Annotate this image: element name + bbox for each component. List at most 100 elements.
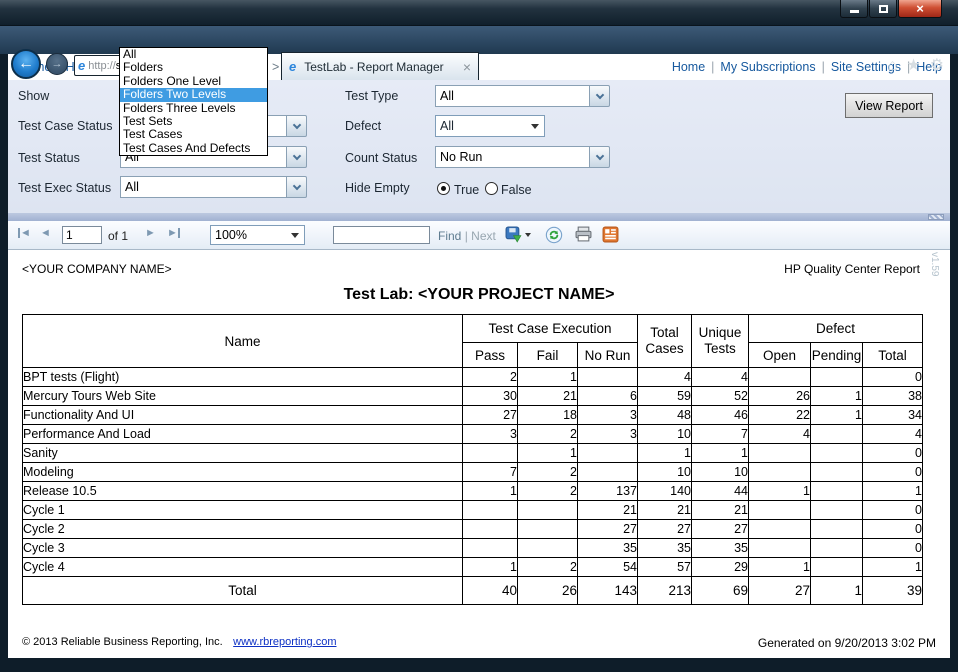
find-text-input[interactable] <box>333 226 430 244</box>
browser-tab[interactable]: e TestLab - Report Manager × <box>281 52 479 80</box>
back-button[interactable]: ← <box>11 49 41 79</box>
tools-gear-icon[interactable]: ⚙ <box>930 53 944 79</box>
dropdown-option[interactable]: Folders One Level <box>120 75 267 88</box>
show-dropdown-list: All Folders Folders One Level Folders Tw… <box>119 47 268 156</box>
maximize-button[interactable] <box>869 0 897 18</box>
forward-button[interactable]: → <box>46 53 68 75</box>
close-button[interactable]: × <box>898 0 942 18</box>
tab-title: TestLab - Report Manager <box>304 60 463 74</box>
minimize-icon <box>850 10 859 13</box>
chevron-down-icon[interactable] <box>589 85 610 107</box>
col-header-unique-tests: Unique Tests <box>692 315 749 368</box>
col-header-pass: Pass <box>463 343 518 368</box>
chevron-down-icon[interactable] <box>286 146 307 168</box>
table-row: Cycle 12121210 <box>23 501 923 520</box>
last-page-button[interactable]: ► <box>167 227 180 239</box>
report-product-label: HP Quality Center Report <box>784 262 920 276</box>
page-number-input[interactable] <box>62 226 102 244</box>
test-exec-status-select[interactable]: All <box>120 176 307 198</box>
testlab-table: Name Test Case Execution Total Cases Uni… <box>22 314 923 605</box>
count-status-select[interactable]: No Run <box>435 146 610 168</box>
table-row: BPT tests (Flight)21440 <box>23 368 923 387</box>
table-row: Functionality And UI27183484622134 <box>23 406 923 425</box>
rbreporting-link[interactable]: www.rbreporting.com <box>233 636 336 648</box>
show-label: Show <box>18 89 49 103</box>
defect-select[interactable]: All <box>435 115 545 137</box>
company-name: <YOUR COMPANY NAME> <box>22 262 172 276</box>
dropdown-option[interactable]: Test Cases And Defects <box>120 142 267 155</box>
maximize-icon <box>879 5 888 13</box>
col-header-no-run: No Run <box>578 343 638 368</box>
dropdown-option[interactable]: Folders <box>120 61 267 74</box>
dropdown-option[interactable]: Test Sets <box>120 115 267 128</box>
col-header-total: Total <box>863 343 923 368</box>
find-next-links: Find | Next <box>438 229 496 243</box>
back-arrow-icon: ← <box>18 55 34 73</box>
dropdown-option-selected[interactable]: Folders Two Levels <box>120 88 267 101</box>
chevron-down-icon[interactable] <box>286 176 307 198</box>
next-page-button[interactable]: ► <box>145 227 156 239</box>
version-watermark: v1.59 <box>929 252 940 276</box>
defect-label: Defect <box>345 119 381 133</box>
home-link[interactable]: Home <box>672 60 705 74</box>
chevron-down-icon <box>291 233 299 238</box>
test-type-select[interactable]: All <box>435 85 610 107</box>
home-icon[interactable]: ⌂ <box>888 53 898 79</box>
minimize-button[interactable] <box>840 0 868 18</box>
first-page-button[interactable]: ◄ <box>18 227 31 239</box>
count-status-label: Count Status <box>345 151 417 165</box>
table-row: Release 10.5121371404411 <box>23 482 923 501</box>
col-header-name: Name <box>23 315 463 368</box>
test-case-status-label: Test Case Status <box>18 119 113 133</box>
window-titlebar: × <box>0 0 958 26</box>
test-type-label: Test Type <box>345 89 398 103</box>
report-canvas: <YOUR COMPANY NAME> HP Quality Center Re… <box>8 250 950 658</box>
report-footer: © 2013 Reliable Business Reporting, Inc.… <box>22 632 936 650</box>
chevron-down-icon[interactable] <box>286 115 307 137</box>
browser-action-icons: ⌂ ★ ⚙ <box>888 53 944 79</box>
table-row: Modeling7210100 <box>23 463 923 482</box>
tab-close-icon[interactable]: × <box>463 60 471 74</box>
col-header-pending: Pending <box>811 343 863 368</box>
hide-empty-true-radio[interactable] <box>437 182 450 195</box>
print-button[interactable] <box>575 226 592 242</box>
col-header-total-cases: Total Cases <box>638 315 692 368</box>
hide-empty-false-label[interactable]: False <box>501 183 532 197</box>
chevron-down-icon[interactable] <box>589 146 610 168</box>
dropdown-option[interactable]: Folders Three Levels <box>120 102 267 115</box>
table-row: Cycle 22727270 <box>23 520 923 539</box>
table-row: Cycle 41254572911 <box>23 558 923 577</box>
report-toolbar: ◄ ◄ of 1 ► ► 100% Find | Next <box>8 221 950 250</box>
export-button[interactable] <box>505 226 534 243</box>
page-count-label: of 1 <box>108 229 128 243</box>
splitter-grip[interactable] <box>928 214 944 220</box>
total-row: Total40261432136927139 <box>23 577 923 605</box>
refresh-report-button[interactable] <box>545 226 563 244</box>
ie-favicon: e <box>78 59 85 72</box>
view-report-button[interactable]: View Report <box>845 93 933 118</box>
generated-timestamp: Generated on 9/20/2013 3:02 PM <box>758 636 936 650</box>
hide-empty-false-radio[interactable] <box>485 182 498 195</box>
test-status-label: Test Status <box>18 151 80 165</box>
find-link[interactable]: Find <box>438 229 461 243</box>
zoom-select[interactable]: 100% <box>210 225 305 245</box>
dropdown-option[interactable]: Test Cases <box>120 128 267 141</box>
favorites-star-icon[interactable]: ★ <box>906 53 920 79</box>
close-icon: × <box>916 1 924 16</box>
prev-page-button[interactable]: ◄ <box>40 227 51 239</box>
next-link[interactable]: Next <box>471 229 496 243</box>
forward-arrow-icon: → <box>52 58 63 70</box>
my-subscriptions-link[interactable]: My Subscriptions <box>720 60 815 74</box>
copyright-text: © 2013 Reliable Business Reporting, Inc. <box>22 636 223 648</box>
dropdown-option[interactable]: All <box>120 48 267 61</box>
table-row: Performance And Load32310744 <box>23 425 923 444</box>
test-exec-status-label: Test Exec Status <box>18 181 111 195</box>
hide-empty-true-label[interactable]: True <box>454 183 479 197</box>
refresh-icon <box>545 226 563 244</box>
col-header-open: Open <box>749 343 811 368</box>
export-caret-icon <box>525 233 531 237</box>
data-feed-icon <box>602 226 619 243</box>
parameter-splitter[interactable] <box>8 213 950 221</box>
data-feed-button[interactable] <box>602 226 619 243</box>
table-row: Cycle 33535350 <box>23 539 923 558</box>
